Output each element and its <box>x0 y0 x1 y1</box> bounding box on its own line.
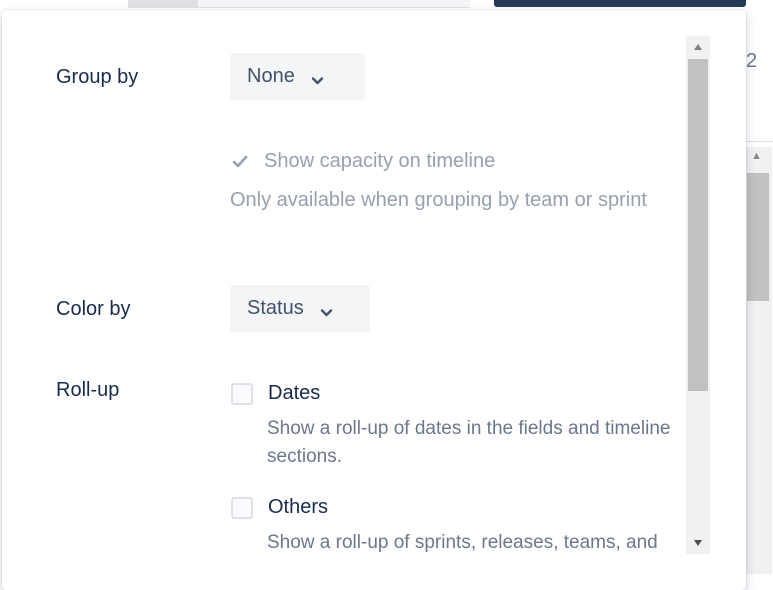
show-capacity-checkbox-row: Show capacity on timeline <box>230 150 495 173</box>
roll-up-dates-checkbox[interactable]: Dates <box>231 382 320 405</box>
roll-up-others-checkbox[interactable]: Others <box>231 496 328 519</box>
color-by-label: Color by <box>56 298 131 320</box>
triangle-up-icon[interactable] <box>686 36 710 58</box>
roll-up-dates-label: Dates <box>268 382 321 404</box>
show-capacity-help-text: Only available when grouping by team or … <box>230 189 647 211</box>
color-by-value: Status <box>247 297 304 319</box>
roll-up-others-help-text: Show a roll-up of sprints, releases, tea… <box>267 532 658 553</box>
group-by-value: None <box>247 65 295 87</box>
view-settings-panel: Group by None Show capacity on timeline … <box>2 10 746 590</box>
background-primary-button[interactable] <box>494 0 746 7</box>
roll-up-others-label: Others <box>268 496 329 518</box>
color-by-select[interactable]: Status <box>230 285 370 332</box>
panel-scrollbar-thumb[interactable] <box>688 59 708 391</box>
background-scrollbar-thumb[interactable] <box>747 173 769 301</box>
background-scroll-up-icon[interactable]: ▲ <box>751 150 762 162</box>
show-capacity-label: Show capacity on timeline <box>264 150 496 172</box>
checkmark-icon <box>230 152 250 172</box>
background-divider <box>746 141 773 142</box>
checkbox-box[interactable] <box>231 382 253 405</box>
chevron-down-icon <box>311 70 324 85</box>
background-active-tab[interactable] <box>128 0 198 7</box>
panel-scrollbar[interactable] <box>686 36 710 554</box>
group-by-select[interactable]: None <box>230 53 365 100</box>
checkbox-box[interactable] <box>231 496 253 519</box>
background-partial-number: 2 <box>746 50 758 72</box>
group-by-label: Group by <box>56 66 139 88</box>
roll-up-dates-help-text: Show a roll-up of dates in the fields an… <box>267 418 671 467</box>
triangle-down-icon[interactable] <box>686 532 710 554</box>
chevron-down-icon <box>320 302 333 317</box>
roll-up-label: Roll-up <box>56 379 120 401</box>
